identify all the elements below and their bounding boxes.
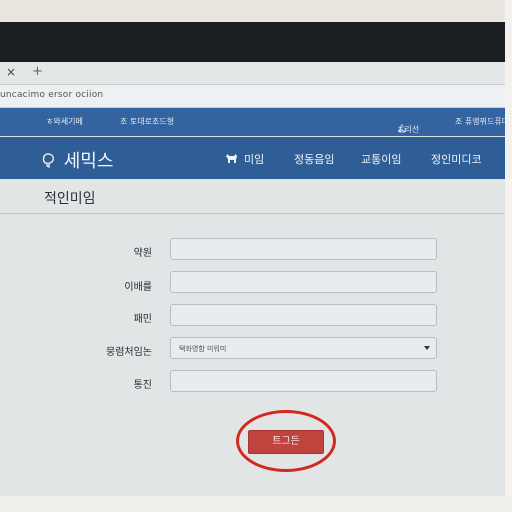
logo-mark-icon — [42, 153, 54, 169]
tab-bar: × + — [0, 62, 505, 85]
nav-item-3[interactable]: 교통이임 — [361, 151, 401, 167]
select-field[interactable]: 택화영함 미워미 — [170, 337, 437, 359]
text-field-2[interactable] — [170, 271, 437, 293]
main-navbar: 세믹스 미임 정동음임 교통이임 정인미디코 — [0, 137, 505, 179]
utility-link-2[interactable]: 조 토대로조드형 — [120, 116, 174, 127]
text-field-5[interactable] — [170, 370, 437, 392]
field-label-5: 통진 — [133, 380, 152, 391]
page-content: 적인미임 약원 이배를 패민 뭉렴처임논 택화영함 미워미 통진 트그든 — [0, 180, 505, 496]
select-value: 택화영함 미워미 — [179, 345, 227, 353]
nav-item-2[interactable]: 정동음임 — [294, 151, 334, 167]
utility-link-4[interactable]: 조 퓨앵퓌드퓨다 — [455, 116, 505, 127]
nav-item-1[interactable]: 미임 — [225, 151, 264, 167]
field-label-3: 패민 — [133, 314, 152, 325]
close-tab-icon[interactable]: × — [6, 65, 16, 79]
utility-link-1[interactable]: ㅎ와세기메 — [46, 116, 83, 127]
field-label-4: 뭉렴처임논 — [106, 347, 152, 358]
chevron-down-icon — [424, 346, 430, 350]
url-text: uncacimo ersor ociion — [0, 90, 104, 100]
new-tab-icon[interactable]: + — [32, 64, 43, 79]
utility-bar: ㅎ와세기메 조 토대로조드형 🔔︎ ㅊ리선 조 퓨앵퓌드퓨다 — [0, 108, 505, 136]
logo-text: 세믹스 — [63, 151, 114, 172]
submit-button[interactable]: 트그든 — [248, 430, 324, 454]
address-bar[interactable]: uncacimo ersor ociion — [0, 85, 505, 108]
text-field-1[interactable] — [170, 238, 437, 260]
field-label-2: 이배를 — [124, 282, 152, 293]
browser-window: × + uncacimo ersor ociion ㅎ와세기메 조 토대로조드형… — [0, 62, 505, 496]
monitor-bezel-dark — [0, 22, 505, 62]
animal-icon — [226, 154, 237, 163]
nav-item-1-label: 미임 — [244, 153, 265, 166]
monitor-bezel-bottom — [0, 496, 512, 512]
monitor-bezel-right — [505, 0, 512, 512]
nav-item-4[interactable]: 정인미디코 — [431, 151, 482, 167]
text-field-3[interactable] — [170, 304, 437, 326]
utility-link-3-label: ㅊ리선 — [397, 125, 420, 134]
title-divider — [0, 213, 505, 214]
monitor-bezel-top — [0, 0, 512, 22]
field-label-1: 약원 — [133, 248, 152, 259]
site-logo[interactable]: 세믹스 — [42, 147, 113, 173]
page-title: 적인미임 — [44, 191, 96, 207]
